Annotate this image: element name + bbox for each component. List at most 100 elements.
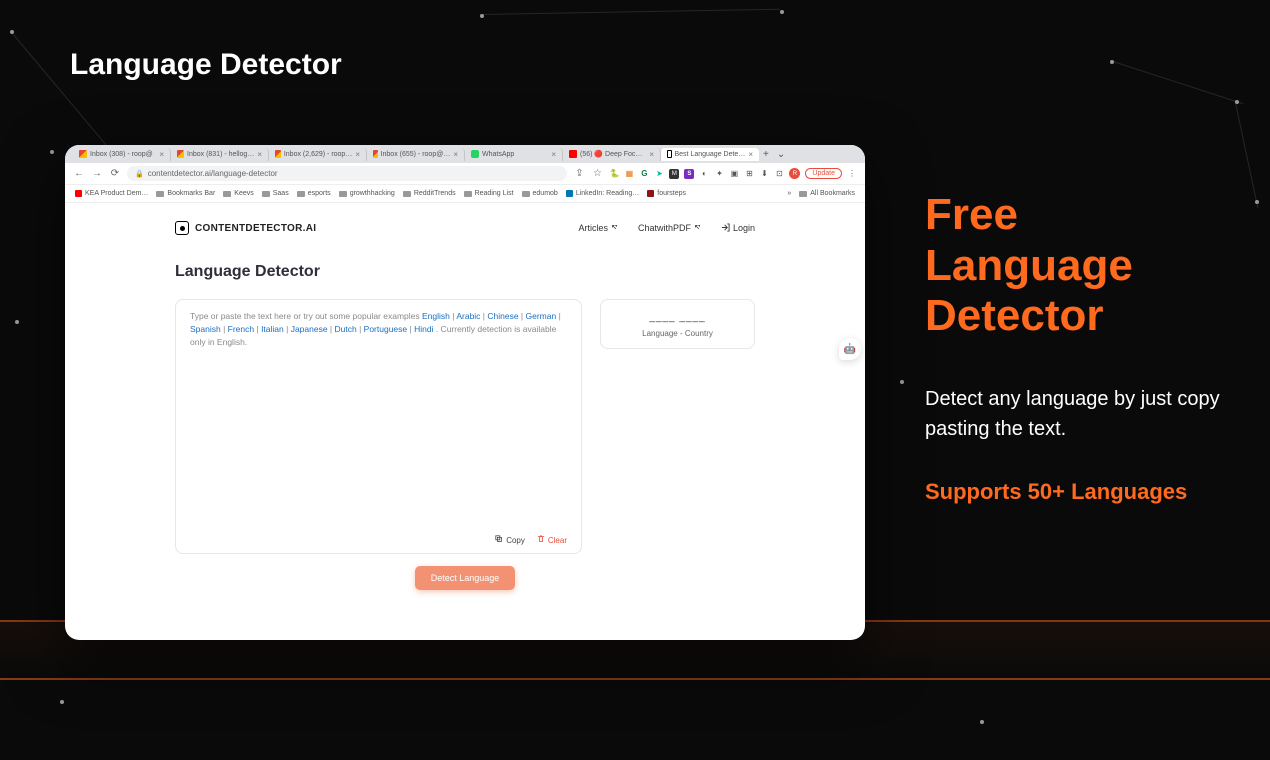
forward-button[interactable]: → bbox=[91, 168, 103, 179]
example-language-link[interactable]: Hindi bbox=[414, 324, 433, 334]
example-language-link[interactable]: Chinese bbox=[487, 311, 518, 321]
menu-icon[interactable]: ⋮ bbox=[847, 169, 857, 179]
example-language-link[interactable]: English bbox=[422, 311, 450, 321]
logo-icon bbox=[175, 221, 189, 235]
tab-label: (56) 🔴 Deep Foc… bbox=[580, 150, 642, 158]
tab-dropdown-icon[interactable]: ⌄ bbox=[773, 149, 789, 160]
folder-icon bbox=[297, 191, 305, 197]
tab-label: Inbox (308) - roop@ bbox=[90, 151, 153, 158]
url-text: contentdetector.ai/language-detector bbox=[148, 169, 278, 178]
gmail-icon bbox=[275, 150, 281, 158]
extensions-icon[interactable]: ✦ bbox=[714, 169, 724, 179]
close-icon[interactable]: × bbox=[748, 150, 753, 159]
clear-button[interactable]: Clear bbox=[537, 535, 567, 545]
ext-icon[interactable]: 🐍 bbox=[609, 169, 619, 179]
example-language-link[interactable]: Spanish bbox=[190, 324, 221, 334]
detect-language-button[interactable]: Detect Language bbox=[415, 566, 516, 590]
share-icon[interactable]: ⇪ bbox=[573, 168, 585, 179]
close-icon[interactable]: × bbox=[649, 150, 654, 159]
bookmark-item[interactable]: RedditTrends bbox=[403, 190, 456, 197]
update-button[interactable]: Update bbox=[805, 168, 842, 179]
input-placeholder: Type or paste the text here or try out s… bbox=[190, 310, 567, 348]
example-language-link[interactable]: Portuguese bbox=[364, 324, 407, 334]
copy-label: Copy bbox=[506, 536, 525, 545]
close-icon[interactable]: × bbox=[453, 150, 458, 159]
promo-panel: Free Language Detector Detect any langua… bbox=[925, 190, 1225, 506]
site-header: CONTENTDETECTOR.AI Articles ChatwithPDF … bbox=[175, 221, 755, 235]
browser-tab[interactable]: Inbox (2,629) - roop…× bbox=[269, 148, 367, 161]
nav-articles[interactable]: Articles bbox=[578, 223, 618, 233]
back-button[interactable]: ← bbox=[73, 168, 85, 179]
bookmark-label: Keevs bbox=[234, 190, 253, 197]
browser-window: Inbox (308) - roop@ × Inbox (831) - hello… bbox=[65, 145, 865, 640]
ext-icon[interactable]: ▣ bbox=[729, 169, 739, 179]
site-logo[interactable]: CONTENTDETECTOR.AI bbox=[175, 221, 316, 235]
placeholder-prefix: Type or paste the text here or try out s… bbox=[190, 311, 422, 321]
ext-icon[interactable]: ◐ bbox=[699, 169, 709, 179]
profile-avatar[interactable]: R bbox=[789, 168, 800, 179]
close-icon[interactable]: × bbox=[159, 150, 164, 159]
all-bookmarks-button[interactable]: All Bookmarks bbox=[799, 190, 855, 197]
browser-tab-active[interactable]: Best Language Dete…× bbox=[661, 148, 759, 161]
folder-icon bbox=[403, 191, 411, 197]
ext-icon[interactable]: ⊞ bbox=[744, 169, 754, 179]
folder-icon bbox=[223, 191, 231, 197]
result-panel: ____ ____ Language - Country bbox=[600, 299, 755, 349]
browser-tab[interactable]: WhatsApp× bbox=[465, 148, 563, 161]
ext-icon[interactable]: ▦ bbox=[624, 169, 634, 179]
logo-text: CONTENTDETECTOR.AI bbox=[195, 223, 316, 234]
bookmark-overflow[interactable]: » bbox=[787, 190, 791, 197]
close-icon[interactable]: × bbox=[355, 150, 360, 159]
browser-tab[interactable]: Inbox (308) - roop@ × bbox=[73, 148, 171, 161]
nav-login[interactable]: Login bbox=[721, 223, 755, 234]
chat-widget[interactable]: 🤖 bbox=[839, 338, 861, 360]
ext-icon[interactable]: S bbox=[684, 169, 694, 179]
close-icon[interactable]: × bbox=[551, 150, 556, 159]
ext-icon[interactable]: G bbox=[639, 169, 649, 179]
new-tab-button[interactable]: + bbox=[759, 149, 773, 160]
tab-label: Best Language Dete… bbox=[675, 151, 746, 158]
download-icon[interactable]: ⬇ bbox=[759, 169, 769, 179]
bookmark-item[interactable]: esports bbox=[297, 190, 331, 197]
whatsapp-icon bbox=[471, 150, 479, 158]
url-input[interactable]: 🔒 contentdetector.ai/language-detector bbox=[127, 166, 567, 181]
bookmark-item[interactable]: KEA Product Dem… bbox=[75, 190, 148, 197]
nav-chatpdf[interactable]: ChatwithPDF bbox=[638, 223, 701, 233]
bookmark-item[interactable]: Bookmarks Bar bbox=[156, 190, 215, 197]
star-icon[interactable]: ☆ bbox=[591, 168, 603, 179]
separator: | bbox=[357, 324, 364, 334]
youtube-icon bbox=[75, 190, 82, 197]
bookmark-item[interactable]: Saas bbox=[262, 190, 289, 197]
ext-icon[interactable]: ⊡ bbox=[774, 169, 784, 179]
example-language-link[interactable]: Japanese bbox=[291, 324, 328, 334]
copy-button[interactable]: Copy bbox=[495, 535, 525, 545]
bookmark-item[interactable]: LinkedIn: Reading… bbox=[566, 190, 639, 197]
ext-icon[interactable]: M bbox=[669, 169, 679, 179]
browser-tab[interactable]: (56) 🔴 Deep Foc… × bbox=[563, 148, 661, 161]
folder-icon bbox=[339, 191, 347, 197]
ext-icon[interactable]: ➤ bbox=[654, 169, 664, 179]
separator: | bbox=[328, 324, 335, 334]
example-language-link[interactable]: French bbox=[228, 324, 254, 334]
bookmark-item[interactable]: Keevs bbox=[223, 190, 253, 197]
text-input-panel[interactable]: Type or paste the text here or try out s… bbox=[175, 299, 582, 554]
section-title: Language Detector bbox=[175, 263, 755, 281]
bookmark-item[interactable]: foursteps bbox=[647, 190, 686, 197]
page-title: Language Detector bbox=[70, 48, 342, 82]
site-nav: Articles ChatwithPDF Login bbox=[578, 223, 755, 234]
promo-description: Detect any language by just copy pasting… bbox=[925, 384, 1225, 444]
example-language-link[interactable]: Dutch bbox=[335, 324, 357, 334]
example-language-link[interactable]: Arabic bbox=[456, 311, 480, 321]
browser-tab[interactable]: Inbox (655) - roop@…× bbox=[367, 148, 465, 161]
reload-button[interactable]: ⟳ bbox=[109, 168, 121, 179]
bookmark-label: esports bbox=[308, 190, 331, 197]
bookmark-item[interactable]: growthhacking bbox=[339, 190, 395, 197]
example-language-link[interactable]: German bbox=[526, 311, 557, 321]
bookmark-item[interactable]: edumob bbox=[522, 190, 558, 197]
browser-tab[interactable]: Inbox (831) - hellog…× bbox=[171, 148, 269, 161]
panel-actions: Copy Clear bbox=[190, 527, 567, 545]
example-language-link[interactable]: Italian bbox=[261, 324, 284, 334]
bookmark-item[interactable]: Reading List bbox=[464, 190, 514, 197]
tab-label: Inbox (655) - roop@… bbox=[381, 151, 451, 158]
close-icon[interactable]: × bbox=[257, 150, 262, 159]
